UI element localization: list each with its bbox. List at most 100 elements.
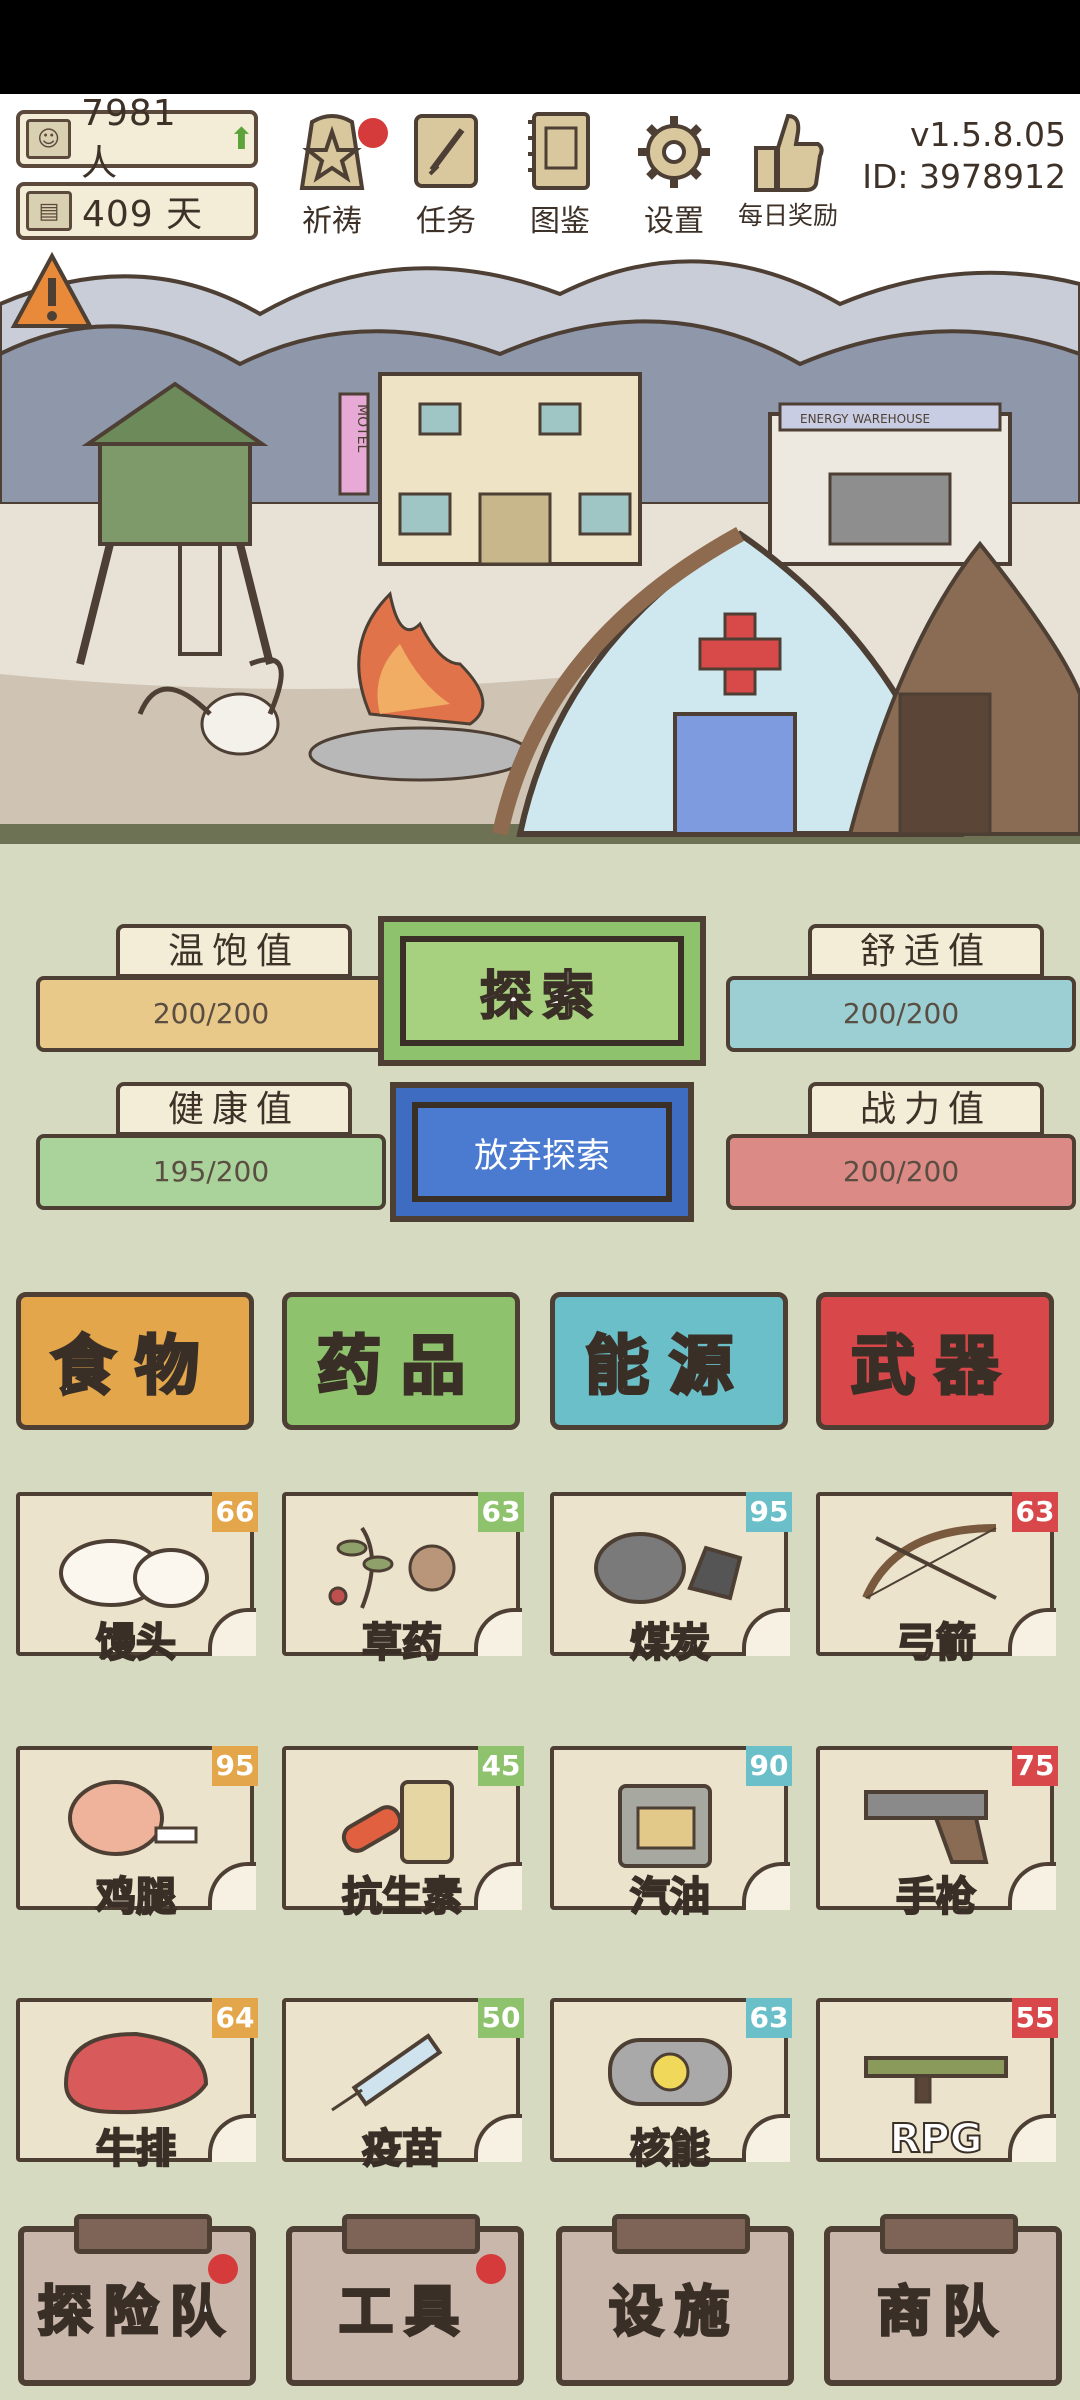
- item-gasoline[interactable]: 90 汽油: [550, 1746, 792, 1921]
- item-count-badge: 50: [478, 1998, 524, 2038]
- tab-facilities[interactable]: 设施: [556, 2214, 794, 2386]
- item-count-badge: 95: [212, 1746, 258, 1786]
- abandon-explore-label: 放弃探索: [474, 1135, 610, 1176]
- tab-facilities-label: 设施: [608, 2278, 741, 2344]
- item-antibiotic[interactable]: 45 抗生素: [282, 1746, 524, 1921]
- motel-building: [338, 372, 642, 566]
- item-nuclear[interactable]: 63 核能: [550, 1998, 792, 2173]
- category-weapons-tab[interactable]: 武器: [816, 1292, 1054, 1430]
- steak-icon: [63, 2031, 209, 2115]
- notification-dot: [476, 2254, 506, 2284]
- health-meter: 健康值 195/200: [16, 1082, 386, 1212]
- warehouse-building: [768, 402, 1012, 566]
- health-value: 195/200: [36, 1134, 386, 1210]
- status-bar: [0, 0, 1080, 94]
- bow-arrow-icon: [862, 1524, 997, 1600]
- item-bow-arrow[interactable]: 63 弓箭: [816, 1492, 1058, 1667]
- camp-illustration: MOTEL ENERGY WAREHOUSE: [0, 244, 1080, 844]
- notification-dot: [358, 118, 388, 148]
- satiety-value: 200/200: [36, 976, 386, 1052]
- pistol-icon: [864, 1790, 989, 1864]
- tab-expedition-label: 探险队: [37, 2278, 236, 2344]
- explore-button[interactable]: 探索: [378, 916, 706, 1066]
- item-pistol[interactable]: 75 手枪: [816, 1746, 1058, 1921]
- arrow-up-icon: ⬆: [228, 121, 254, 157]
- item-name: 弓箭: [895, 1619, 977, 1667]
- version-info: v1.5.8.05 ID: 3978912: [862, 114, 1066, 198]
- item-count-badge: 75: [1012, 1746, 1058, 1786]
- notification-dot: [208, 2254, 238, 2284]
- item-name: 牛排: [95, 2125, 177, 2173]
- item-name: RPG: [889, 2115, 984, 2163]
- item-name: 草药: [361, 1619, 443, 1667]
- satiety-meter: 温饱值 200/200: [16, 924, 386, 1054]
- category-energy-label: 能源: [584, 1329, 753, 1406]
- item-count-badge: 63: [1012, 1492, 1058, 1532]
- abandon-explore-button[interactable]: 放弃探索: [390, 1082, 694, 1222]
- tab-expedition[interactable]: 探险队: [18, 2214, 256, 2386]
- category-food-label: 食物: [50, 1329, 219, 1406]
- rpg-launcher-icon: [864, 2056, 1008, 2104]
- item-steak[interactable]: 64 牛排: [16, 1998, 258, 2173]
- nav-quest-label: 任务: [416, 204, 476, 239]
- item-rpg[interactable]: 55 RPG: [816, 1998, 1058, 2168]
- nav-settings-button[interactable]: 设置: [622, 108, 726, 239]
- syringe-icon: [331, 2033, 443, 2112]
- category-medicine-tab[interactable]: 药品: [282, 1292, 520, 1430]
- explore-label: 探索: [479, 966, 604, 1028]
- nav-pray-button[interactable]: 祈祷: [280, 108, 388, 239]
- days-value: 409 天: [82, 194, 204, 235]
- warehouse-sign: ENERGY WAREHOUSE: [800, 412, 930, 426]
- gear-icon: [638, 116, 710, 188]
- steamed-bun-icon: [59, 1539, 209, 1608]
- satiety-label: 温饱值: [116, 924, 352, 978]
- population-value: 7981 人: [81, 92, 177, 184]
- nav-settings-label: 设置: [644, 204, 704, 239]
- item-name: 汽油: [629, 1873, 711, 1921]
- health-label: 健康值: [116, 1082, 352, 1136]
- category-food-tab[interactable]: 食物: [16, 1292, 254, 1430]
- tab-tools-label: 工具: [338, 2278, 471, 2344]
- nav-daily-reward-label: 每日奖励: [737, 201, 838, 230]
- item-drumstick[interactable]: 95 鸡腿: [16, 1746, 258, 1921]
- item-herb[interactable]: 63 草药: [282, 1492, 524, 1667]
- nav-quest-button[interactable]: 任务: [394, 108, 498, 239]
- nav-daily-reward-button[interactable]: 每日奖励: [736, 108, 840, 238]
- tab-caravan[interactable]: 商队: [824, 2214, 1062, 2386]
- quest-scroll-icon: [414, 114, 478, 188]
- item-vaccine[interactable]: 50 疫苗: [282, 1998, 524, 2173]
- category-weapons-label: 武器: [850, 1329, 1019, 1406]
- power-meter: 战力值 200/200: [708, 1082, 1076, 1212]
- tab-tools[interactable]: 工具: [286, 2214, 524, 2386]
- item-count-badge: 66: [212, 1492, 258, 1532]
- version-text: v1.5.8.05: [910, 115, 1066, 154]
- item-count-badge: 63: [746, 1998, 792, 2038]
- comfort-label: 舒适值: [808, 924, 1044, 978]
- power-label: 战力值: [808, 1082, 1044, 1136]
- power-value: 200/200: [726, 1134, 1076, 1210]
- item-count-badge: 90: [746, 1746, 792, 1786]
- item-coal[interactable]: 95 煤炭: [550, 1492, 792, 1667]
- category-energy-tab[interactable]: 能源: [550, 1292, 788, 1430]
- people-icon: ☺: [26, 119, 72, 159]
- item-count-badge: 55: [1012, 1998, 1058, 2038]
- item-name: 馒头: [95, 1619, 177, 1667]
- item-count-badge: 64: [212, 1998, 258, 2038]
- nav-codex-button[interactable]: 图鉴: [508, 108, 612, 239]
- player-id-text: ID: 3978912: [862, 157, 1066, 196]
- population-counter: ☺ 7981 人 ⬆: [16, 93, 258, 184]
- drumstick-icon: [68, 1780, 198, 1856]
- gas-can-icon: [618, 1784, 712, 1868]
- item-name: 核能: [629, 2125, 711, 2173]
- item-steamed-bun[interactable]: 66 馒头: [16, 1492, 258, 1667]
- herb-icon: [328, 1526, 456, 1609]
- item-count-badge: 45: [478, 1746, 524, 1786]
- item-count-badge: 63: [478, 1492, 524, 1532]
- item-name: 疫苗: [361, 2125, 443, 2173]
- coal-icon: [594, 1532, 743, 1604]
- book-icon: [528, 112, 590, 190]
- item-name: 抗生素: [341, 1873, 463, 1921]
- item-name: 鸡腿: [95, 1873, 177, 1921]
- pray-star-icon: [299, 114, 365, 190]
- camp-scene: MOTEL ENERGY WAREHOUSE: [0, 244, 1080, 844]
